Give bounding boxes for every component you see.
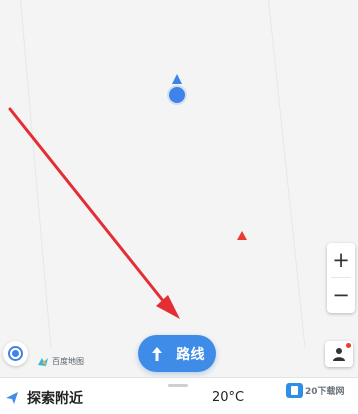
annotation-arrow-icon	[8, 107, 180, 319]
watermark-logo-icon	[286, 383, 303, 398]
route-button-label: 路线	[176, 346, 205, 363]
map-road-right	[268, 0, 306, 349]
locate-dot-icon	[12, 350, 19, 357]
route-button[interactable]: 路线	[138, 335, 216, 372]
zoom-in-button[interactable]: +	[327, 243, 355, 277]
drag-handle[interactable]	[168, 384, 188, 387]
notification-dot	[346, 343, 351, 348]
map-logo: 百度地图	[37, 356, 84, 367]
person-icon	[333, 348, 345, 361]
bottom-panel[interactable]: 探索附近 20°C 20下载网	[0, 377, 358, 414]
zoom-out-button[interactable]: −	[327, 278, 355, 312]
weather-temperature: 20°C	[212, 390, 245, 405]
map-road-left	[20, 0, 52, 349]
explore-nearby-label: 探索附近	[27, 391, 83, 407]
zoom-control: + −	[327, 243, 355, 313]
baidu-map-logo-icon	[38, 357, 48, 366]
watermark-text: 20下载网	[305, 387, 345, 397]
send-arrow-icon	[6, 392, 18, 404]
poi-marker-icon	[237, 231, 247, 240]
map-logo-text: 百度地图	[52, 357, 84, 366]
map-canvas[interactable]: + − 百度地图 路线	[0, 0, 358, 378]
locate-button[interactable]	[3, 341, 28, 366]
route-arrow-icon	[152, 346, 163, 361]
watermark: 20下载网	[286, 383, 345, 398]
current-location-marker	[169, 87, 185, 103]
heading-arrow-icon	[172, 74, 182, 84]
profile-button[interactable]	[325, 341, 353, 367]
explore-nearby[interactable]: 探索附近	[5, 388, 83, 408]
